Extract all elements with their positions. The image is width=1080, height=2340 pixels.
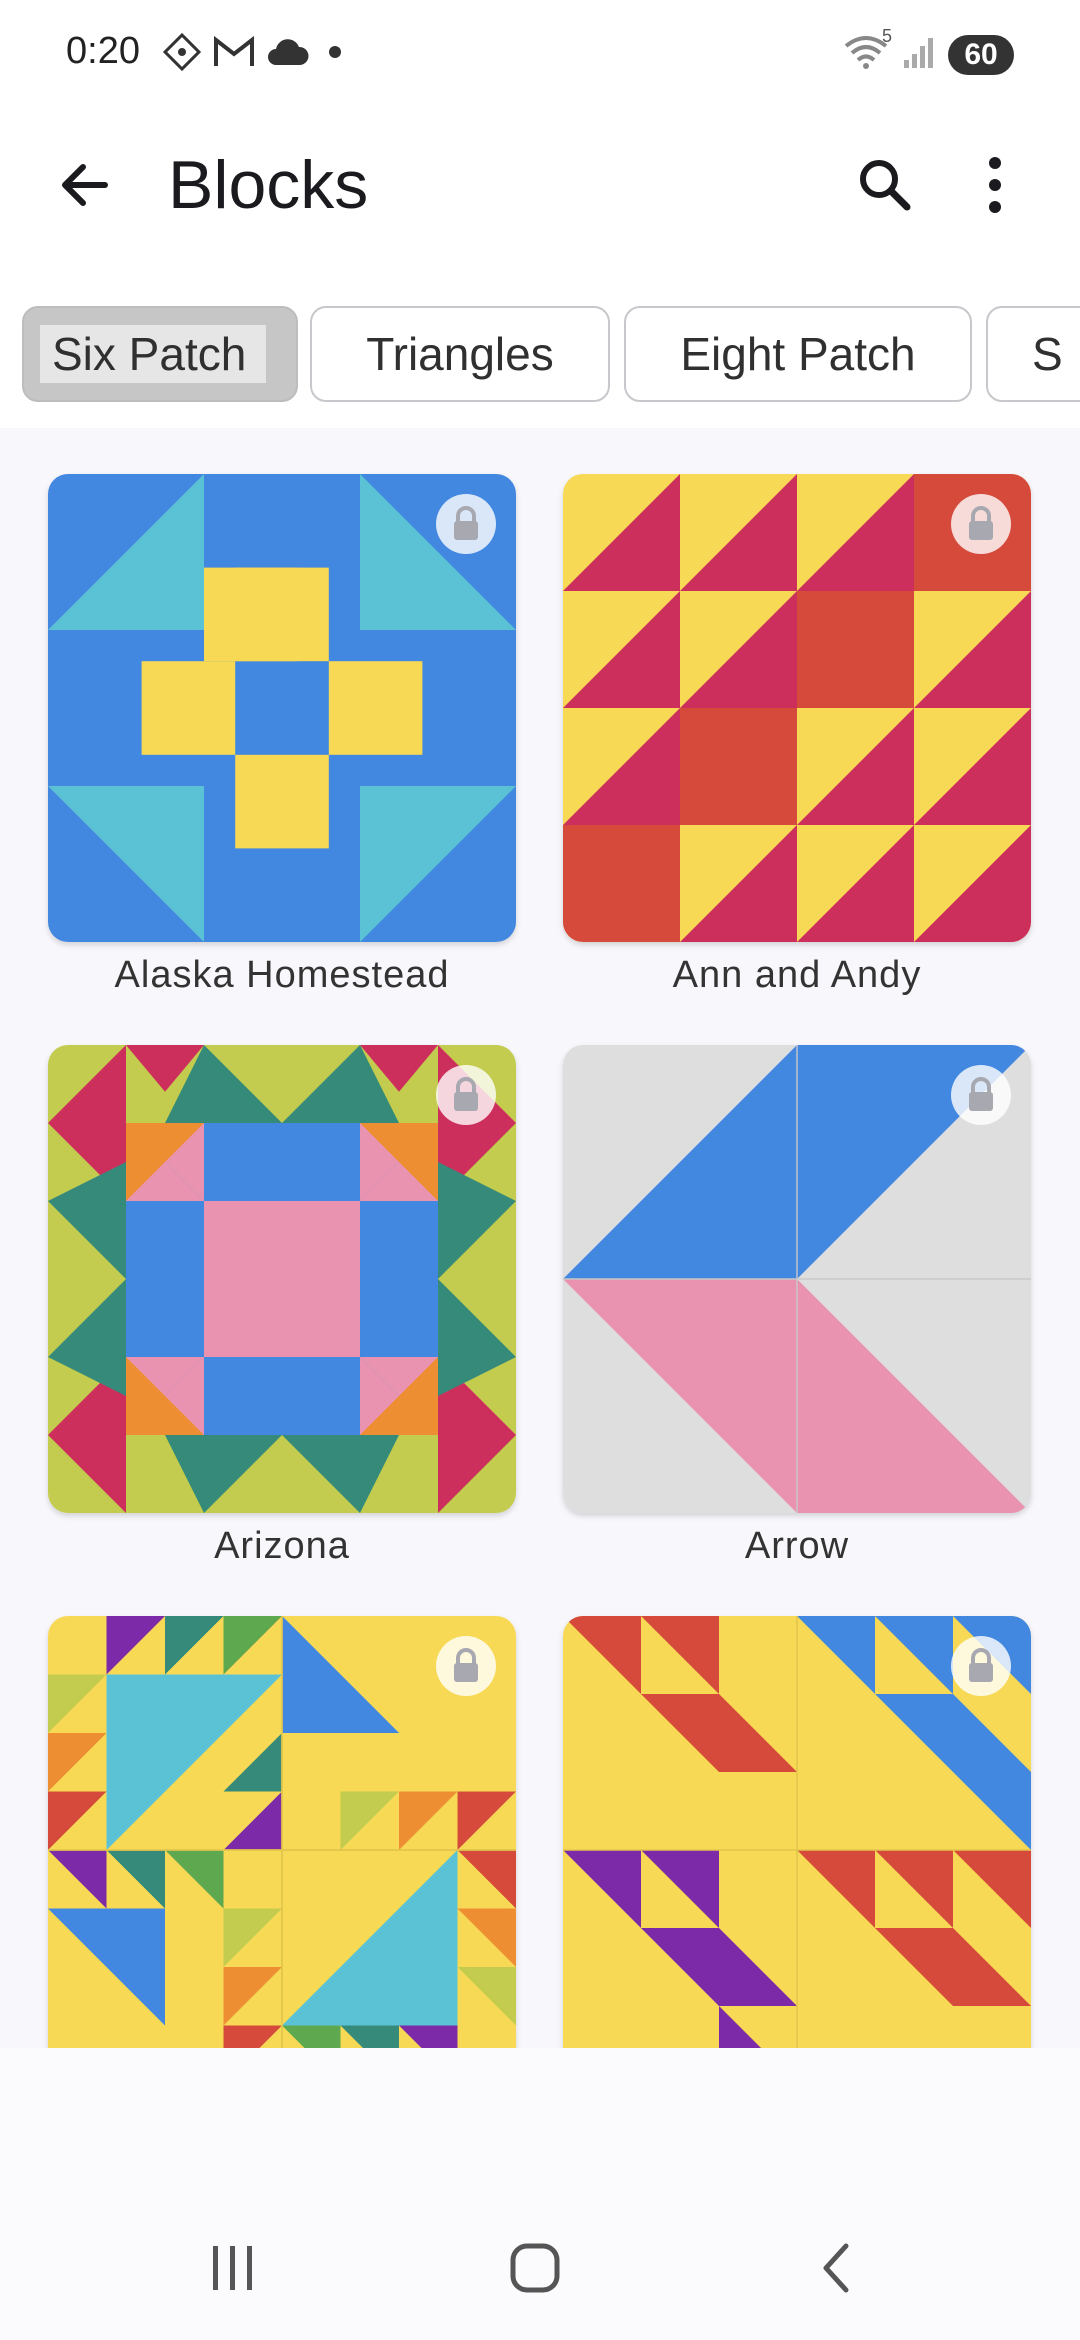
- category-chips: Six Patch Triangles Eight Patch S: [0, 306, 1080, 406]
- block-thumbnail: [48, 1616, 516, 2048]
- lock-icon: [969, 1077, 993, 1111]
- home-button[interactable]: [490, 2228, 580, 2308]
- cloud-icon: [266, 37, 310, 72]
- status-time: 0:20: [66, 30, 140, 72]
- back-button[interactable]: [50, 150, 120, 220]
- recents-button[interactable]: [188, 2228, 278, 2308]
- block-thumbnail: [563, 1616, 1031, 2048]
- block-card[interactable]: Arizona: [48, 1045, 516, 1568]
- more-options-button[interactable]: [960, 150, 1030, 220]
- block-thumbnail: [563, 1045, 1031, 1513]
- lock-icon: [969, 506, 993, 540]
- page-title: Blocks: [168, 147, 369, 223]
- wifi-label: 5: [881, 26, 892, 46]
- status-system-icons: 5 60: [842, 26, 1014, 77]
- home-icon: [510, 2243, 560, 2293]
- block-name: Arrow: [744, 1525, 850, 1567]
- block-card[interactable]: Alaska Homestead: [48, 474, 516, 997]
- chip-label: S: [1032, 328, 1063, 380]
- nav-back-icon: [823, 2243, 849, 2293]
- lock-icon: [454, 1077, 478, 1111]
- search-icon: [860, 160, 911, 211]
- lock-badge: [951, 494, 1011, 554]
- block-thumbnail: [48, 474, 516, 942]
- lock-icon: [969, 1648, 993, 1682]
- block-name: Arizona: [214, 1525, 350, 1567]
- status-notification-icons: [162, 32, 350, 77]
- chip-partial[interactable]: S: [986, 306, 1080, 402]
- block-name: Ann and Andy: [672, 954, 922, 996]
- blocks-grid: Alaska Homestead Ann and Andy Arizona Ar…: [0, 428, 1080, 2048]
- lock-badge: [436, 1636, 496, 1696]
- block-card[interactable]: [563, 1616, 1031, 2048]
- lock-badge: [436, 494, 496, 554]
- block-card[interactable]: Arrow: [563, 1045, 1031, 1568]
- lock-badge: [951, 1636, 1011, 1696]
- block-thumbnail: [48, 1045, 516, 1513]
- block-name: Alaska Homestead: [114, 954, 450, 996]
- chip-triangles[interactable]: Triangles: [310, 306, 610, 402]
- grid-diamond-icon: [162, 32, 202, 77]
- block-card[interactable]: Ann and Andy: [563, 474, 1031, 997]
- nav-back-button[interactable]: [792, 2228, 882, 2308]
- recents-icon: [213, 2246, 252, 2290]
- lock-icon: [454, 1648, 478, 1682]
- arrow-left-icon: [62, 164, 108, 206]
- chip-six-patch[interactable]: Six Patch: [22, 306, 298, 402]
- gmail-icon: [212, 34, 256, 75]
- wifi-icon: 5: [842, 26, 892, 77]
- battery-indicator: 60: [948, 34, 1014, 75]
- dot-icon: [320, 37, 350, 72]
- signal-icon: [902, 34, 936, 75]
- lock-badge: [436, 1065, 496, 1125]
- lock-badge: [951, 1065, 1011, 1125]
- chip-label: Triangles: [366, 328, 554, 380]
- block-thumbnail: [563, 474, 1031, 942]
- system-nav-bar: [0, 2048, 1080, 2340]
- chip-label: Six Patch: [40, 325, 267, 383]
- lock-icon: [454, 506, 478, 540]
- more-vertical-icon: [989, 157, 1001, 213]
- app-bar: Blocks: [0, 110, 1080, 260]
- block-card[interactable]: [48, 1616, 516, 2048]
- chip-label: Eight Patch: [680, 328, 916, 380]
- chip-eight-patch[interactable]: Eight Patch: [624, 306, 972, 402]
- search-button[interactable]: [850, 150, 920, 220]
- status-bar: 0:20 5 60: [0, 0, 1080, 110]
